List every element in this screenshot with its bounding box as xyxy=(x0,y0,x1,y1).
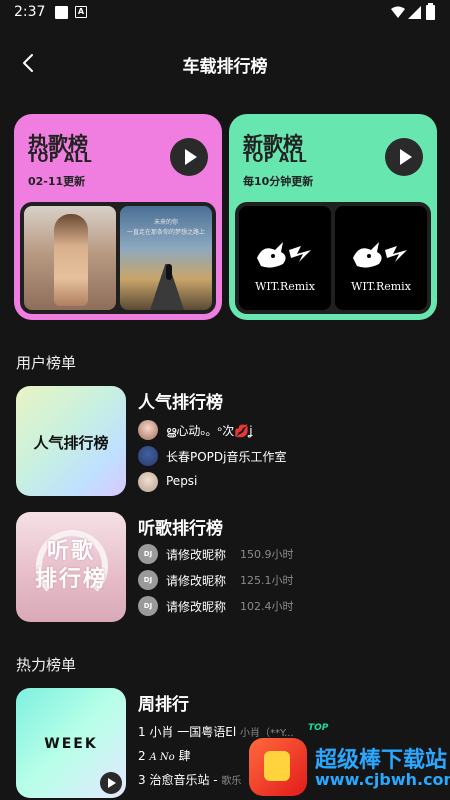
section-title-hot: 热力榜单 xyxy=(16,656,77,674)
chart-title: 听歌排行榜 xyxy=(138,519,223,539)
song-text-2: 肆 xyxy=(174,749,191,763)
listen-duration: 125.1小时 xyxy=(240,574,294,587)
rabbit-logo-icon xyxy=(353,242,407,268)
user-name: 请修改昵称 xyxy=(166,600,227,614)
user-name: 请修改昵称 xyxy=(166,574,227,588)
avatar xyxy=(138,420,158,440)
cellular-icon xyxy=(408,6,421,19)
chart-row-listen[interactable]: 听歌 排行榜 听歌排行榜 DJ 请修改昵称 150.9小时 DJ 请修改昵称 1… xyxy=(16,512,436,622)
list-item[interactable]: Pepsi xyxy=(138,471,428,493)
list-item[interactable]: DJ 请修改昵称 125.1小时 xyxy=(138,569,428,591)
song-thumbnail[interactable]: 未来的你 一直走在那条你的梦想之路上 xyxy=(120,206,212,310)
page-title: 车载排行榜 xyxy=(182,57,268,77)
cover-text: 人气排行榜 xyxy=(33,434,109,452)
rabbit-logo-icon xyxy=(257,242,311,268)
chart-cover: 人气排行榜 xyxy=(16,386,126,496)
thumbnail-caption: 未来的你 一直走在那条你的梦想之路上 xyxy=(126,219,205,236)
song-thumbnail[interactable] xyxy=(24,206,116,310)
user-name: Pepsi xyxy=(166,474,198,488)
card-subtitle: TOP ALL xyxy=(243,151,308,166)
top-badge: TOP xyxy=(308,723,329,733)
status-bar: 2:37 A xyxy=(0,0,450,26)
avatar xyxy=(138,446,158,466)
cover-text: WEEK xyxy=(44,736,98,752)
chart-cover: WEEK xyxy=(16,688,126,798)
accessibility-icon: A xyxy=(75,6,87,18)
thumbnail-tray: WIT.Remix WIT.Remix xyxy=(235,202,431,314)
play-icon[interactable] xyxy=(100,772,122,794)
new-songs-card[interactable]: 新歌榜 TOP ALL 毎10分钟更新 WIT.Remix WIT.Remix xyxy=(229,114,437,320)
battery-icon xyxy=(426,3,435,20)
card-update-text: 毎10分钟更新 xyxy=(243,175,314,188)
play-icon[interactable] xyxy=(385,138,423,176)
card-update-text: 02-11更新 xyxy=(28,175,86,188)
cover-text: 听歌 排行榜 xyxy=(34,539,107,592)
top-bar: 车载排行榜 xyxy=(0,40,450,88)
thumbnail-tray: 未来的你 一直走在那条你的梦想之路上 xyxy=(20,202,216,314)
user-name: 请修改昵称 xyxy=(166,548,227,562)
list-item[interactable]: DJ 请修改昵称 102.4小时 xyxy=(138,595,428,617)
thumbnail-caption: WIT.Remix xyxy=(351,280,411,293)
avatar: DJ xyxy=(138,570,158,590)
song-thumbnail[interactable]: WIT.Remix xyxy=(239,206,331,310)
list-item[interactable]: 长春POPDj音乐工作室 xyxy=(138,445,428,467)
listen-duration: 102.4小时 xyxy=(240,600,294,613)
play-icon[interactable] xyxy=(170,138,208,176)
thumbnail-caption: WIT.Remix xyxy=(255,280,315,293)
avatar: DJ xyxy=(138,544,158,564)
watermark-logo-icon xyxy=(249,738,307,796)
avatar: DJ xyxy=(138,596,158,616)
list-item[interactable]: DJ 请修改昵称 150.9小时 xyxy=(138,543,428,565)
chart-row-popular[interactable]: 人气排行榜 人气排行榜 ൠ心动ₒ。ᵒ次💋ʝ 长春POPDj音乐工作室 Pepsi xyxy=(16,386,436,496)
status-time: 2:37 xyxy=(14,4,46,20)
listen-duration: 150.9小时 xyxy=(240,548,294,561)
song-text: 3 治愈音乐站 - xyxy=(138,773,222,787)
card-subtitle: TOP ALL xyxy=(28,151,93,166)
wifi-icon xyxy=(391,6,405,18)
song-text: 2 xyxy=(138,749,150,763)
avatar xyxy=(138,472,158,492)
notification-icon xyxy=(55,6,68,19)
watermark-url: www.cjbwh.com xyxy=(315,770,450,789)
song-text: 1 小肖 一国粤语El xyxy=(138,725,240,739)
chart-cover: 听歌 排行榜 xyxy=(16,512,126,622)
list-item[interactable]: ൠ心动ₒ。ᵒ次💋ʝ xyxy=(138,419,428,441)
song-thumbnail[interactable]: WIT.Remix xyxy=(335,206,427,310)
site-watermark: 超级棒下载站 www.cjbwh.com xyxy=(249,738,450,800)
hot-songs-card[interactable]: 热歌榜 TOP ALL 02-11更新 未来的你 一直走在那条你的梦想之路上 xyxy=(14,114,222,320)
song-stylized: A No xyxy=(149,752,175,763)
user-name: ൠ心动ₒ。ᵒ次💋ʝ xyxy=(166,424,253,438)
chart-title: 周排行 xyxy=(138,695,189,715)
chart-title: 人气排行榜 xyxy=(138,393,223,413)
artist-name: 歌乐 xyxy=(221,776,242,787)
user-name: 长春POPDj音乐工作室 xyxy=(166,450,287,464)
section-title-user: 用户榜单 xyxy=(16,354,77,372)
